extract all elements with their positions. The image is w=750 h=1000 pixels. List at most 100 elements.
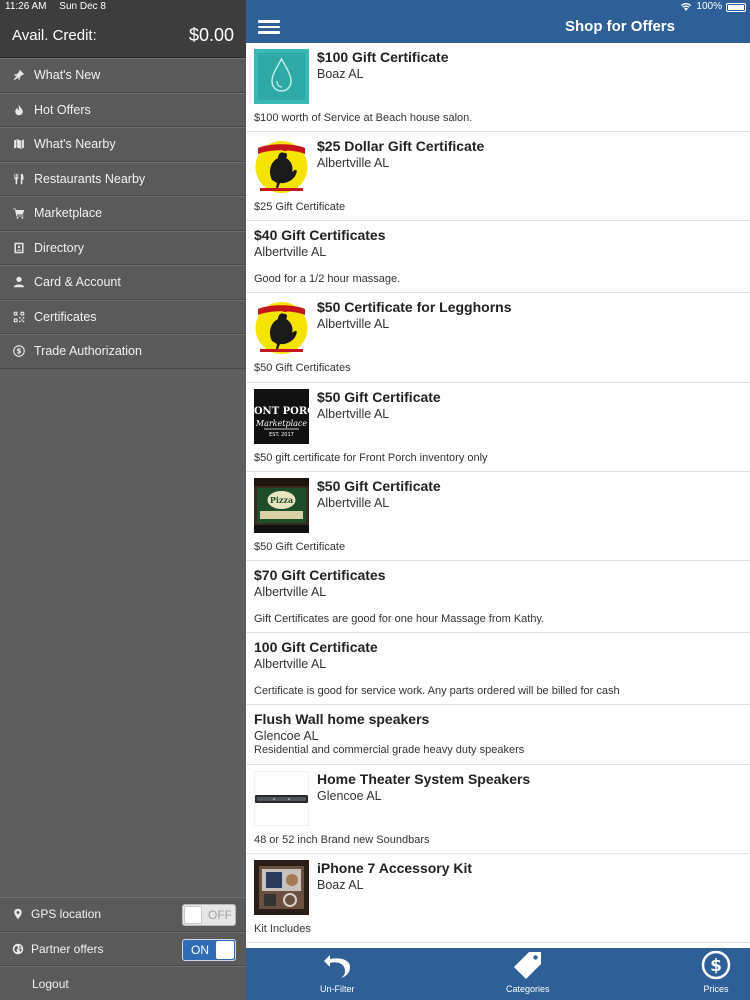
offer-title: $70 Gift Certificates (254, 567, 386, 583)
sidebar-item-whats-new[interactable]: What's New (0, 58, 246, 93)
status-time: 11:26 AM (5, 1, 47, 12)
offer-list-item[interactable]: 100 Gift Certificate Albertville AL Cert… (246, 633, 750, 705)
bottom-tab-bar: Un-Filter Categories $ Prices (246, 948, 750, 1000)
main-panel: 100% Shop for Offers $100 Gift Certifica… (246, 0, 750, 1000)
tag-icon (513, 952, 541, 979)
partner-offers-toggle[interactable]: ON (182, 938, 236, 961)
offer-title: iPhone 7 Accessory Kit (317, 860, 473, 876)
sidebar-item-label: Hot Offers (34, 102, 91, 117)
offer-list-item[interactable]: $70 Gift Certificates Albertville AL Gif… (246, 561, 750, 633)
status-date: Sun Dec 8 (59, 1, 106, 12)
offer-thumbnail-accessory-kit (254, 860, 309, 915)
offer-thumbnail-italian-restaurant: Pizza (254, 478, 309, 533)
offer-description: Good for a 1/2 hour massage. (254, 273, 401, 285)
offer-thumbnail-legghorns (254, 138, 309, 193)
sidebar-item-label: Directory (34, 240, 85, 255)
partner-offers-label: Partner offers (31, 941, 104, 956)
offer-thumbnail-water-drop (254, 49, 309, 104)
credit-label: Avail. Credit: (12, 27, 97, 44)
offer-description: $25 Gift Certificate (254, 201, 346, 213)
offer-list-item[interactable]: $100 Gift Certificate Boaz AL $100 worth… (246, 43, 750, 132)
battery-percent: 100% (696, 1, 722, 12)
cart-icon (12, 206, 26, 220)
offer-list-item[interactable]: $40 Gift Certificates Albertville AL Goo… (246, 221, 750, 293)
offer-location: Glencoe AL (317, 789, 382, 803)
dollar-circle-icon: $ (701, 950, 731, 980)
sidebar-item-label: Restaurants Nearby (34, 171, 146, 186)
undo-icon (324, 955, 351, 978)
offer-list-item[interactable]: iPhone 7 Accessory Kit Boaz AL Kit Inclu… (246, 854, 750, 943)
sidebar-item-directory[interactable]: Directory (0, 230, 246, 265)
map-icon (12, 137, 26, 151)
offer-list-item[interactable]: $50 Certificate for Legghorns Albertvill… (246, 293, 750, 383)
sidebar: 11:26 AM Sun Dec 8 Avail. Credit: $0.00 … (0, 0, 246, 1000)
svg-text:$: $ (710, 956, 722, 976)
offer-location: Glencoe AL (254, 729, 319, 743)
gps-location-toggle[interactable]: OFF (182, 904, 236, 926)
partner-offers-row: Partner offers ON (0, 931, 246, 966)
offer-description: 48 or 52 inch Brand new Soundbars (254, 834, 430, 846)
svg-text:EST. 2017: EST. 2017 (269, 432, 294, 438)
offer-title: Home Theater System Speakers (317, 771, 531, 787)
offer-list-item[interactable]: Pizza $50 Gift Certificate Albertville A… (246, 472, 750, 561)
gps-location-label: GPS location (31, 907, 102, 922)
offer-title: $50 Certificate for Legghorns (317, 299, 512, 315)
sidebar-item-certificates[interactable]: Certificates (0, 299, 246, 334)
user-icon (12, 275, 26, 289)
offer-description: Kit Includes (254, 923, 311, 935)
offer-description: Gift Certificates are good for one hour … (254, 613, 545, 625)
offer-location: Boaz AL (317, 878, 364, 892)
toggle-knob (184, 906, 202, 924)
sidebar-item-whats-nearby[interactable]: What's Nearby (0, 127, 246, 162)
logout-button[interactable]: Logout (0, 966, 246, 1000)
offer-title: 100 Gift Certificate (254, 639, 378, 655)
offer-title: Flush Wall home speakers (254, 711, 430, 727)
offer-location: Albertville AL (317, 407, 390, 421)
sidebar-menu: What's New Hot Offers What's Nearby Rest… (0, 58, 246, 369)
qr-code-icon (12, 310, 26, 324)
offer-location: Albertville AL (254, 585, 327, 599)
sidebar-item-trade-authorization[interactable]: $ Trade Authorization (0, 334, 246, 369)
page-title: Shop for Offers (564, 18, 675, 35)
utensils-icon (12, 172, 26, 186)
offer-list-item[interactable]: $25 Dollar Gift Certificate Albertville … (246, 132, 750, 221)
offer-list-item[interactable]: Home Theater System Speakers Glencoe AL … (246, 765, 750, 854)
offer-title: $25 Dollar Gift Certificate (317, 138, 485, 154)
sidebar-item-marketplace[interactable]: Marketplace (0, 196, 246, 231)
sidebar-item-label: Certificates (34, 309, 97, 324)
sidebar-item-restaurants-nearby[interactable]: Restaurants Nearby (0, 161, 246, 196)
offer-list-item[interactable]: Flush Wall home speakers Glencoe AL Resi… (246, 705, 750, 765)
offer-location: Boaz AL (317, 67, 364, 81)
offer-location: Albertville AL (254, 245, 327, 259)
offer-location: Albertville AL (254, 657, 327, 671)
sidebar-item-card-account[interactable]: Card & Account (0, 265, 246, 300)
offers-list: $100 Gift Certificate Boaz AL $100 worth… (246, 43, 750, 943)
offer-description: $50 Gift Certificate (254, 541, 346, 553)
sidebar-item-label: What's New (34, 68, 101, 83)
dollar-circle-icon: $ (12, 344, 26, 358)
offer-title: $40 Gift Certificates (254, 227, 386, 243)
sidebar-item-hot-offers[interactable]: Hot Offers (0, 92, 246, 127)
directory-book-icon (12, 241, 26, 255)
tab-label: Un-Filter (320, 984, 355, 994)
tab-prices[interactable]: $ Prices (700, 948, 732, 1000)
tab-label: Prices (703, 984, 729, 994)
offer-list-item[interactable]: FRONT PORCH Marketplace EST. 2017 $50 Gift… (246, 383, 750, 472)
toggle-knob (216, 940, 234, 959)
svg-text:Pizza: Pizza (270, 495, 293, 505)
offer-description: $50 Gift Certificates (254, 362, 351, 374)
offer-description: $50 gift certificate for Front Porch inv… (254, 452, 488, 464)
pin-icon (12, 68, 26, 82)
credit-bar: Avail. Credit: $0.00 (0, 14, 246, 58)
sidebar-bottom: GPS location OFF Partner offers ON Logou… (0, 897, 246, 1000)
status-bar: 11:26 AM Sun Dec 8 (0, 0, 246, 14)
tab-categories[interactable]: Categories (506, 948, 550, 1000)
status-right: 100% (680, 1, 746, 12)
location-pin-icon (12, 908, 24, 920)
globe-icon (12, 943, 24, 955)
offer-title: $50 Gift Certificate (317, 389, 441, 405)
tab-un-filter[interactable]: Un-Filter (320, 948, 355, 1000)
hamburger-menu-icon[interactable] (258, 20, 280, 34)
tab-label: Categories (506, 984, 550, 994)
credit-value: $0.00 (188, 25, 234, 45)
